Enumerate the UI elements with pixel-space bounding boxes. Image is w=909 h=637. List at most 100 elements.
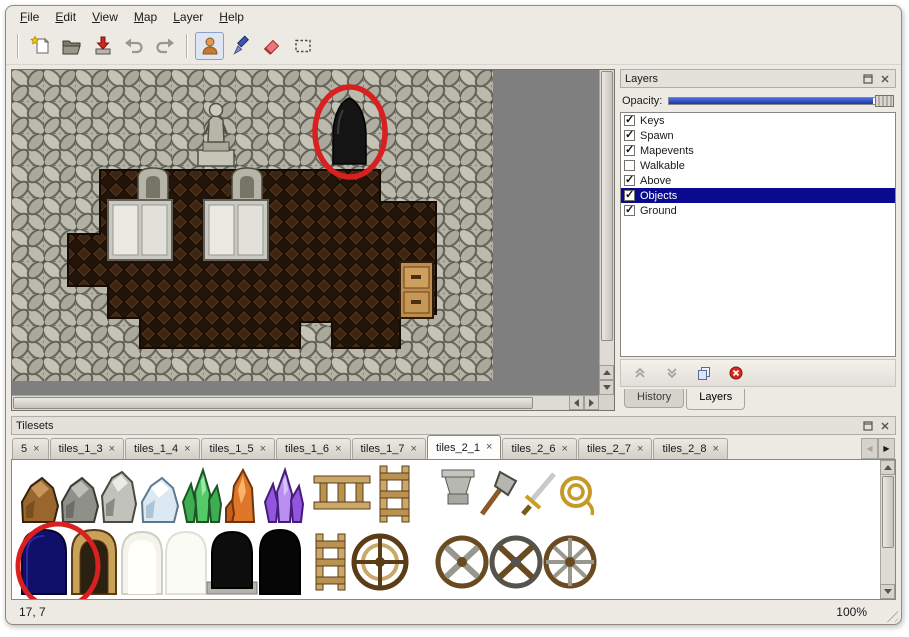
tile-door-pale[interactable] bbox=[122, 532, 162, 594]
scroll-left-button[interactable] bbox=[569, 395, 584, 410]
tabs-scroll-right-button[interactable]: ▶ bbox=[878, 438, 895, 459]
lower-layer-button[interactable] bbox=[661, 364, 683, 383]
scroll-thumb[interactable] bbox=[882, 476, 894, 548]
scroll-thumb[interactable] bbox=[601, 71, 613, 341]
tileset-vertical-scrollbar[interactable] bbox=[880, 460, 895, 599]
tileset-tab[interactable]: tiles_2_7× bbox=[578, 438, 652, 459]
tab-close-icon[interactable]: × bbox=[184, 444, 190, 455]
tab-history[interactable]: History bbox=[624, 389, 684, 408]
close-panel-icon[interactable] bbox=[878, 72, 891, 85]
layer-row-keys[interactable]: Keys bbox=[621, 113, 895, 128]
tile-door-black-base[interactable] bbox=[207, 532, 257, 594]
object-stamp-tool-button[interactable] bbox=[195, 32, 224, 60]
tile-wheel-cross-3[interactable] bbox=[546, 538, 594, 586]
tab-close-icon[interactable]: × bbox=[335, 444, 341, 455]
scroll-up-button[interactable] bbox=[880, 460, 895, 475]
tab-close-icon[interactable]: × bbox=[637, 444, 643, 455]
scroll-down-button[interactable] bbox=[599, 380, 614, 395]
save-map-button[interactable] bbox=[88, 32, 117, 60]
layer-row-ground[interactable]: Ground bbox=[621, 203, 895, 218]
scroll-up-button[interactable] bbox=[599, 365, 614, 380]
scroll-down-button[interactable] bbox=[880, 584, 895, 599]
tileset-tab[interactable]: tiles_1_7× bbox=[352, 438, 426, 459]
scroll-thumb[interactable] bbox=[13, 397, 533, 409]
layer-checkbox[interactable] bbox=[624, 190, 635, 201]
menu-edit[interactable]: Edit bbox=[47, 8, 84, 26]
layer-row-mapevents[interactable]: Mapevents bbox=[621, 143, 895, 158]
layer-checkbox[interactable] bbox=[624, 130, 635, 141]
opacity-slider[interactable] bbox=[668, 94, 894, 107]
tab-close-icon[interactable]: × bbox=[411, 444, 417, 455]
tab-close-icon[interactable]: × bbox=[562, 444, 568, 455]
tile-rope-coil[interactable] bbox=[562, 478, 592, 515]
new-map-button[interactable] bbox=[26, 32, 55, 60]
layer-checkbox[interactable] bbox=[624, 160, 635, 171]
tile-shovel[interactable] bbox=[482, 472, 516, 514]
menu-map[interactable]: Map bbox=[126, 8, 165, 26]
tab-close-icon[interactable]: × bbox=[712, 444, 718, 455]
tile-track-vertical-2[interactable] bbox=[316, 534, 345, 590]
tile-door-black[interactable] bbox=[260, 530, 300, 594]
tileset-tab[interactable]: tiles_2_8× bbox=[653, 438, 727, 459]
tile-wheel-cross-1[interactable] bbox=[438, 538, 486, 586]
tileset-canvas[interactable] bbox=[14, 462, 886, 600]
resize-grip[interactable] bbox=[884, 608, 898, 622]
tile-track-vertical[interactable] bbox=[380, 466, 409, 522]
layer-row-spawn[interactable]: Spawn bbox=[621, 128, 895, 143]
duplicate-layer-button[interactable] bbox=[693, 364, 715, 383]
tile-track-horizontal[interactable] bbox=[314, 476, 370, 509]
layer-checkbox[interactable] bbox=[624, 115, 635, 126]
layer-row-objects[interactable]: Objects bbox=[621, 188, 895, 203]
menu-layer[interactable]: Layer bbox=[165, 8, 211, 26]
tabs-scroll-left-button[interactable]: ◀ bbox=[861, 438, 878, 459]
tab-close-icon[interactable]: × bbox=[260, 444, 266, 455]
tile-sword[interactable] bbox=[523, 474, 554, 514]
redo-button[interactable] bbox=[150, 32, 179, 60]
map-vertical-scrollbar[interactable] bbox=[599, 70, 614, 395]
tile-rock-ice[interactable] bbox=[142, 478, 178, 522]
tileset-tab[interactable]: tiles_1_6× bbox=[276, 438, 350, 459]
scroll-right-button[interactable] bbox=[584, 395, 599, 410]
tile-crystal-purple[interactable] bbox=[265, 470, 303, 522]
tileset-tab[interactable]: 5× bbox=[12, 438, 49, 459]
menu-view[interactable]: View bbox=[84, 8, 126, 26]
tab-layers[interactable]: Layers bbox=[686, 389, 745, 410]
map-horizontal-scrollbar[interactable] bbox=[12, 395, 599, 410]
layer-row-walkable[interactable]: Walkable bbox=[621, 158, 895, 173]
tileset-tab[interactable]: tiles_1_3× bbox=[50, 438, 124, 459]
tile-door-white[interactable] bbox=[166, 532, 206, 594]
map-canvas[interactable] bbox=[12, 70, 493, 381]
menu-file[interactable]: File bbox=[12, 8, 47, 26]
tileset-tab[interactable]: tiles_1_4× bbox=[125, 438, 199, 459]
slider-handle[interactable] bbox=[875, 95, 894, 107]
close-panel-icon[interactable] bbox=[878, 419, 891, 432]
eraser-tool-button[interactable] bbox=[257, 32, 286, 60]
tileset-tab[interactable]: tiles_2_6× bbox=[502, 438, 576, 459]
tile-rock-brown[interactable] bbox=[22, 478, 58, 522]
tile-rock-gray[interactable] bbox=[62, 478, 98, 522]
tile-column-capital[interactable] bbox=[442, 470, 474, 504]
layer-checkbox[interactable] bbox=[624, 175, 635, 186]
tile-wheel-spoked[interactable] bbox=[354, 536, 406, 588]
tileset-tab-active[interactable]: tiles_2_1× bbox=[427, 435, 501, 459]
tab-close-icon[interactable]: × bbox=[486, 442, 492, 453]
menu-help[interactable]: Help bbox=[211, 8, 252, 26]
map-viewport[interactable] bbox=[11, 69, 615, 411]
float-panel-icon[interactable] bbox=[861, 419, 874, 432]
select-tool-button[interactable] bbox=[288, 32, 317, 60]
tile-rock-silver[interactable] bbox=[102, 472, 136, 522]
brush-tool-button[interactable] bbox=[226, 32, 255, 60]
open-map-button[interactable] bbox=[57, 32, 86, 60]
layer-checkbox[interactable] bbox=[624, 145, 635, 156]
layer-row-above[interactable]: Above bbox=[621, 173, 895, 188]
layer-checkbox[interactable] bbox=[624, 205, 635, 216]
tile-crystal-orange[interactable] bbox=[226, 470, 254, 522]
raise-layer-button[interactable] bbox=[629, 364, 651, 383]
delete-layer-button[interactable] bbox=[725, 364, 747, 383]
tile-wheel-cross-2[interactable] bbox=[492, 538, 540, 586]
tile-crystal-green[interactable] bbox=[183, 470, 221, 522]
tab-close-icon[interactable]: × bbox=[33, 444, 39, 455]
tileset-tab[interactable]: tiles_1_5× bbox=[201, 438, 275, 459]
tileset-viewport[interactable] bbox=[11, 459, 896, 600]
undo-button[interactable] bbox=[119, 32, 148, 60]
